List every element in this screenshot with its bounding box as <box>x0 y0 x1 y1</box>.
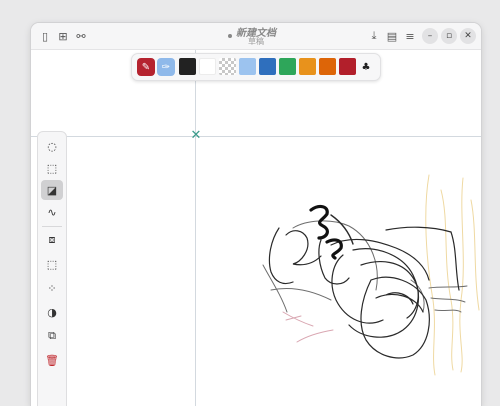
color-swatch-dark-orange[interactable] <box>319 58 336 75</box>
menu-icon[interactable]: ≡ <box>402 28 418 44</box>
color-swatch-white[interactable] <box>199 58 216 75</box>
ink-stroke <box>459 177 464 373</box>
titlebar: ▯ ⊞ ⚯ 新建文档 草稿 ⤓ ▤ ≡ – ▫ ✕ <box>31 23 481 50</box>
ink-stroke <box>470 199 480 311</box>
sidebar-divider <box>42 226 62 227</box>
rect-select-icon[interactable]: ⬚ <box>41 158 63 178</box>
ink-stroke <box>318 239 350 285</box>
document-icon[interactable]: ▤ <box>384 28 400 44</box>
ink-stroke <box>375 293 424 313</box>
color-swatch-red[interactable] <box>339 58 356 75</box>
ink-stroke <box>440 189 454 371</box>
insert-image-icon[interactable]: ⧈ <box>41 230 63 250</box>
lasso-icon[interactable]: ◌ <box>41 136 63 156</box>
contrast-icon[interactable]: ◑ <box>41 302 63 322</box>
app-window: ▯ ⊞ ⚯ 新建文档 草稿 ⤓ ▤ ≡ – ▫ ✕ ✕ ✎ ✑ ♣ ◌ ⬚ ◪ … <box>31 23 481 406</box>
ink-stroke <box>385 226 452 233</box>
maximize-button[interactable]: ▫ <box>441 28 457 44</box>
ink-stroke <box>268 227 294 285</box>
ink-stroke <box>450 231 460 291</box>
color-swatch-light-blue[interactable] <box>239 58 256 75</box>
fill-tool-icon[interactable]: ◪ <box>41 180 63 200</box>
color-swatch-blue[interactable] <box>259 58 276 75</box>
ink-stroke <box>331 254 384 324</box>
select-all-icon[interactable]: ⬚ <box>41 254 63 274</box>
drawing-canvas[interactable]: ✕ <box>31 50 481 406</box>
pen-tool-button[interactable]: ✎ <box>137 58 155 76</box>
curve-tool-icon[interactable]: ∿ <box>41 202 63 222</box>
ink-stroke <box>430 297 466 303</box>
color-swatch-black[interactable] <box>179 58 196 75</box>
ink-stroke <box>292 220 378 291</box>
ink-stroke <box>309 204 329 240</box>
delete-icon[interactable]: 🗑 <box>41 350 63 370</box>
tool-sidebar: ◌ ⬚ ◪ ∿ ⧈ ⬚ ⁘ ◑ ⧉ 🗑 <box>37 131 67 406</box>
ink-stroke <box>285 230 322 266</box>
ink-stroke <box>325 238 343 260</box>
color-swatch-transparent[interactable] <box>219 58 236 75</box>
color-swatch-orange[interactable] <box>299 58 316 75</box>
resize-icon[interactable]: ⁘ <box>41 278 63 298</box>
ink-strokes <box>262 174 480 376</box>
color-swatch-green[interactable] <box>279 58 296 75</box>
ink-stroke <box>285 315 302 321</box>
marker-tool-button[interactable]: ✑ <box>157 58 175 76</box>
ink-stroke <box>270 287 332 301</box>
download-icon[interactable]: ⤓ <box>366 28 382 44</box>
ink-stroke <box>428 285 468 289</box>
ink-stroke <box>282 311 314 327</box>
more-colors-icon[interactable]: ♣ <box>358 59 374 75</box>
close-button[interactable]: ✕ <box>460 28 476 44</box>
duplicate-icon[interactable]: ⧉ <box>41 326 63 346</box>
color-palette: ✎ ✑ ♣ <box>131 53 381 81</box>
ink-stroke <box>360 276 430 359</box>
ink-stroke <box>330 238 430 281</box>
ink-stroke <box>296 329 334 343</box>
ink-stroke <box>434 309 462 313</box>
minimize-button[interactable]: – <box>422 28 438 44</box>
